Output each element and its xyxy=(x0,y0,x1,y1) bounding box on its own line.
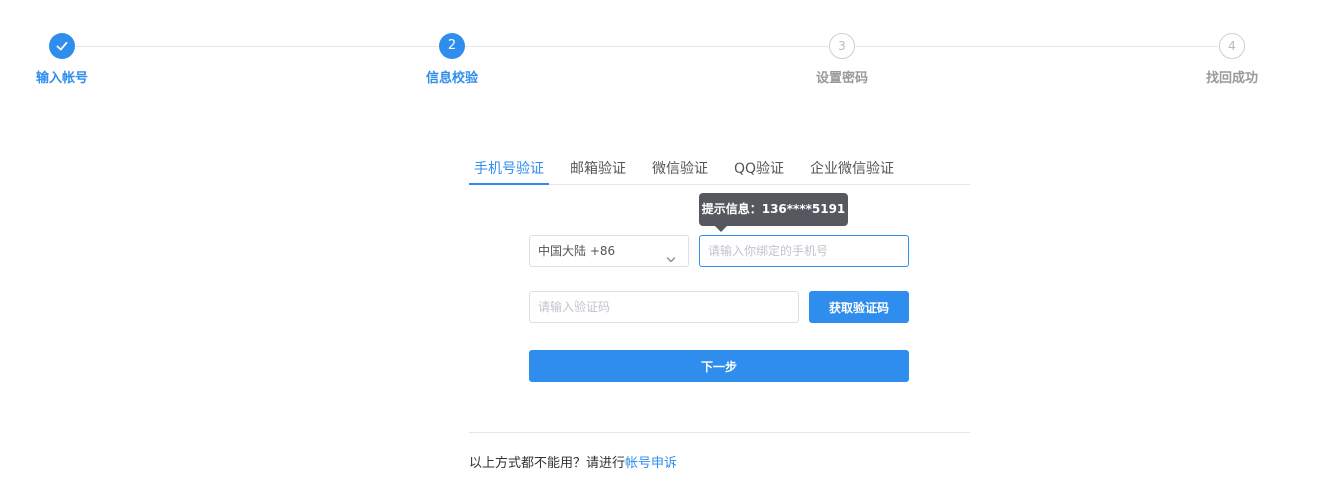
step-label: 设置密码 xyxy=(815,71,868,86)
tab-enterprise-wechat[interactable]: 企业微信验证 xyxy=(810,158,894,178)
verification-code-input[interactable] xyxy=(529,291,799,323)
country-code-select[interactable]: 中国大陆 +86 xyxy=(529,235,689,267)
chevron-down-icon xyxy=(666,246,676,276)
step-2: 2 信息校验 xyxy=(392,33,512,86)
footer-note: 以上方式都不能用？请进行帐号申诉 xyxy=(469,452,677,471)
step-number: 4 xyxy=(1219,33,1245,59)
step-1: 输入帐号 xyxy=(2,33,122,86)
next-step-button[interactable]: 下一步 xyxy=(529,350,909,382)
active-tab-indicator xyxy=(469,183,549,185)
divider xyxy=(469,432,970,433)
step-number: 3 xyxy=(829,33,855,59)
tab-email[interactable]: 邮箱验证 xyxy=(570,158,626,178)
step-number: 2 xyxy=(439,33,465,59)
step-3: 3 设置密码 xyxy=(782,33,902,86)
get-code-button[interactable]: 获取验证码 xyxy=(809,291,909,323)
check-icon xyxy=(49,33,75,59)
country-code-value: 中国大陆 +86 xyxy=(538,244,616,258)
step-connector xyxy=(465,46,828,47)
verification-tabs: 手机号验证 邮箱验证 微信验证 QQ验证 企业微信验证 xyxy=(469,152,970,185)
tooltip-arrow xyxy=(715,226,727,232)
step-connector xyxy=(75,46,438,47)
account-appeal-link[interactable]: 帐号申诉 xyxy=(625,456,677,471)
step-4: 4 找回成功 xyxy=(1172,33,1292,86)
progress-steps: 输入帐号 2 信息校验 3 设置密码 4 找回成功 xyxy=(0,0,1326,100)
step-label: 信息校验 xyxy=(425,71,478,86)
step-label: 输入帐号 xyxy=(35,71,88,86)
tab-wechat[interactable]: 微信验证 xyxy=(652,158,708,178)
phone-input[interactable] xyxy=(699,235,909,267)
footer-text: 以上方式都不能用？请进行 xyxy=(469,456,626,471)
tooltip-text: 提示信息：136****5191 xyxy=(701,202,846,216)
tab-qq[interactable]: QQ验证 xyxy=(734,158,784,178)
hint-tooltip: 提示信息：136****5191 xyxy=(699,193,848,232)
step-label: 找回成功 xyxy=(1205,71,1258,86)
tab-phone[interactable]: 手机号验证 xyxy=(474,158,544,178)
step-connector xyxy=(855,46,1218,47)
